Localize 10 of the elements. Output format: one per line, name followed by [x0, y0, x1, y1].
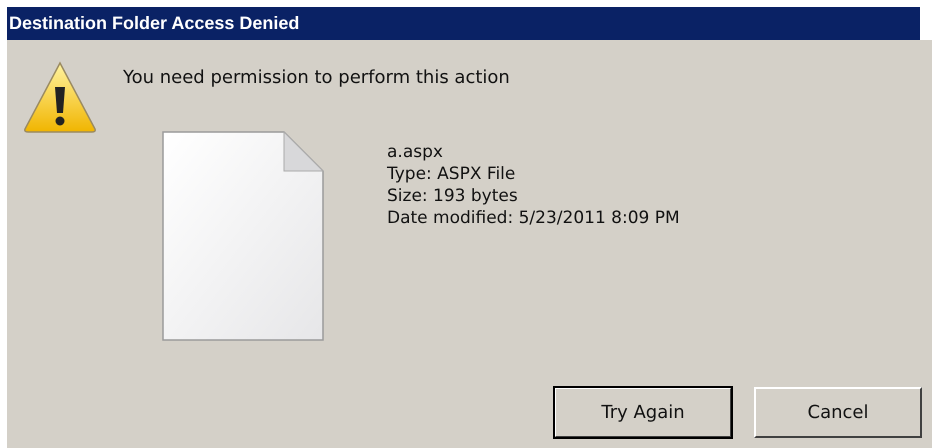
cancel-button[interactable]: Cancel [754, 387, 922, 438]
window-title: Destination Folder Access Denied [8, 13, 300, 34]
message-text: You need permission to perform this action [123, 67, 510, 90]
file-detail: Type: ASPX File [387, 163, 516, 185]
file-name: a.aspx [387, 141, 444, 163]
warning-icon [22, 59, 98, 135]
file-icon [162, 131, 324, 341]
file-detail: Date modified: 5/23/2011 8:09 PM [387, 207, 680, 229]
try-again-button[interactable]: Try Again [554, 387, 732, 438]
file-detail: Size: 193 bytes [387, 185, 519, 207]
